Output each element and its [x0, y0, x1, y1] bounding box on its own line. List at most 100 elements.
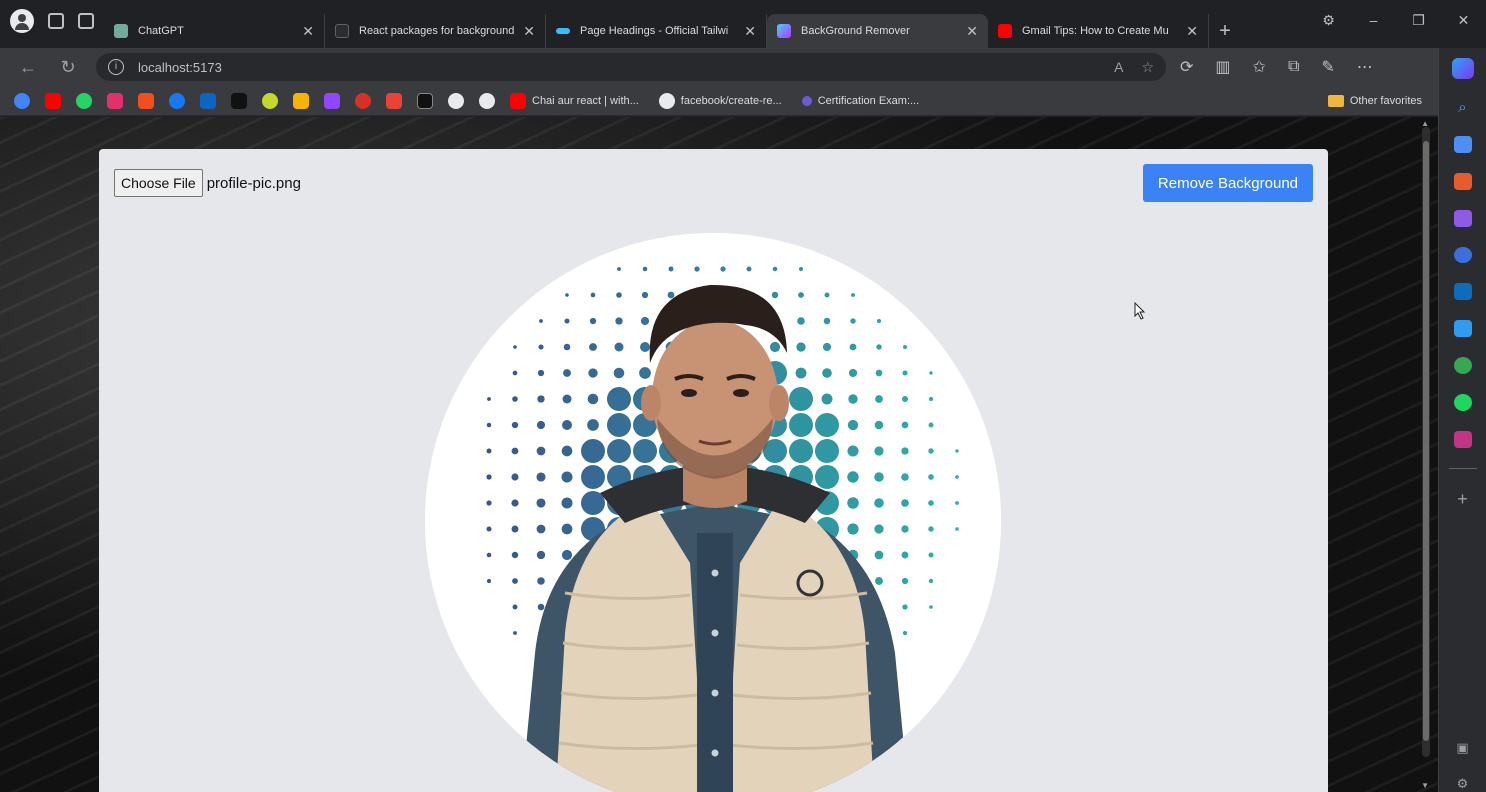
tools-icon[interactable] [386, 92, 402, 109]
halftone-dot [955, 527, 959, 531]
tab-gmail-tips[interactable]: Gmail Tips: How to Create Mu ✕ [988, 14, 1209, 48]
close-window-icon[interactable]: ✕ [1441, 12, 1486, 29]
youtube-icon [998, 24, 1012, 38]
figma-icon[interactable] [138, 92, 154, 109]
copilot-tab-icon[interactable]: ⚙ [1306, 12, 1351, 29]
remove-background-button[interactable]: Remove Background [1142, 164, 1313, 202]
tab-tailwind[interactable]: Page Headings - Official Tailwi ✕ [546, 14, 767, 48]
whatsapp-icon[interactable] [76, 92, 92, 109]
workspaces-icon[interactable] [48, 13, 64, 29]
halftone-dot [587, 393, 599, 405]
halftone-dot [789, 413, 813, 437]
halftone-dot [537, 603, 545, 611]
github-icon[interactable] [448, 92, 464, 109]
tools-icon[interactable] [1453, 172, 1472, 190]
bookmark-facebook-create-react[interactable]: facebook/create-re... [658, 92, 782, 109]
games-icon[interactable] [1453, 209, 1472, 227]
tailwind-icon [556, 28, 570, 34]
halftone-dot [513, 631, 517, 635]
toolbar-right: ⟳ ▥ ✩ ⧉ ✎ ⋯ [1180, 57, 1373, 77]
scrollbar-thumb[interactable] [1423, 141, 1429, 741]
bookmark-chai-aur-react[interactable]: Chai aur react | with... [510, 92, 639, 109]
tree-icon[interactable] [1453, 357, 1472, 375]
url-input[interactable]: i localhost:5173 A ☆ [96, 53, 1166, 81]
halftone-dot [512, 578, 518, 584]
instagram-icon[interactable] [107, 92, 123, 109]
other-favorites[interactable]: Other favorites [1327, 94, 1422, 107]
halftone-dot [639, 367, 651, 379]
halftone-dot [487, 397, 491, 401]
linkedin-icon[interactable] [200, 92, 216, 109]
file-picker: Choose File profile-pic.png [114, 169, 301, 197]
shield-icon[interactable] [355, 92, 371, 109]
profile-icon[interactable] [10, 9, 34, 33]
google-icon[interactable] [14, 92, 30, 109]
choose-file-button[interactable]: Choose File [114, 169, 203, 197]
extensions-icon[interactable]: ✎ [1321, 57, 1334, 77]
vite-icon [777, 24, 791, 38]
halftone-dot [588, 368, 598, 378]
facebook-icon[interactable] [169, 92, 185, 109]
settings-icon[interactable]: ⚙ [1457, 776, 1469, 792]
page-scrollbar[interactable] [1422, 127, 1430, 757]
info-icon[interactable]: i [108, 59, 124, 75]
split-screen-icon[interactable]: ▥ [1215, 57, 1230, 77]
scroll-down-icon[interactable]: ▼ [1421, 781, 1429, 790]
halftone-dot [581, 465, 605, 489]
instagram-icon[interactable] [1453, 431, 1472, 449]
tab-background-remover[interactable]: BackGround Remover ✕ [767, 14, 988, 48]
youtube-icon[interactable] [45, 92, 61, 109]
shopping-icon[interactable] [1453, 135, 1472, 153]
youtube-icon [510, 92, 526, 109]
restore-icon[interactable]: ❐ [1396, 12, 1441, 29]
add-icon[interactable]: + [1457, 489, 1468, 510]
refresh-icon[interactable]: ↻ [50, 57, 86, 78]
back-icon[interactable]: ← [10, 57, 46, 78]
halftone-dot [795, 367, 807, 379]
bookmark-label: Certification Exam:... [817, 94, 920, 107]
tab-react-packages[interactable]: React packages for background ✕ [325, 14, 546, 48]
outlook-icon[interactable] [1453, 283, 1472, 301]
m-icon[interactable] [417, 92, 433, 109]
new-tab-button[interactable]: + [1209, 14, 1241, 48]
chat-icon[interactable] [324, 92, 340, 109]
halftone-dot [876, 318, 882, 324]
favorite-star-icon[interactable]: ☆ [1141, 59, 1154, 76]
sync-icon[interactable]: ⟳ [1180, 57, 1193, 77]
copilot-icon[interactable] [1451, 58, 1474, 79]
halftone-dot [769, 341, 781, 353]
adobe-icon[interactable] [231, 92, 247, 109]
spotify-icon[interactable] [1453, 394, 1472, 412]
close-icon[interactable]: ✕ [966, 23, 978, 40]
search-icon[interactable]: ⌕ [1458, 99, 1466, 116]
github-icon[interactable] [479, 92, 495, 109]
halftone-dot [487, 579, 491, 583]
address-bar: ← ↻ i localhost:5173 A ☆ ⟳ ▥ ✩ ⧉ ✎ ⋯ [0, 48, 1438, 86]
favorites-icon[interactable]: ✩ [1253, 57, 1266, 77]
designer-icon[interactable] [1453, 320, 1472, 338]
bookmark-certification-exam[interactable]: Certification Exam:... [801, 94, 920, 107]
close-icon[interactable]: ✕ [1186, 23, 1198, 40]
halftone-dot [903, 345, 907, 349]
tennis-icon[interactable] [262, 92, 278, 109]
tab-actions-icon[interactable] [78, 13, 94, 29]
more-icon[interactable]: ⋯ [1357, 57, 1373, 77]
microsoft365-icon[interactable] [1453, 246, 1472, 264]
halftone-dot [875, 577, 883, 585]
screen-capture-icon[interactable]: ▣ [1456, 740, 1468, 756]
halftone-dot [955, 449, 959, 453]
bars-icon[interactable] [293, 92, 309, 109]
halftone-dot [901, 395, 909, 403]
halftone-dot [537, 395, 545, 403]
halftone-dot [667, 291, 675, 299]
scroll-up-icon[interactable]: ▲ [1421, 119, 1429, 128]
close-icon[interactable]: ✕ [744, 23, 756, 40]
tab-chatgpt[interactable]: ChatGPT ✕ [104, 14, 325, 48]
read-aloud-icon[interactable]: A [1114, 59, 1123, 75]
close-icon[interactable]: ✕ [302, 23, 314, 40]
collections-icon[interactable]: ⧉ [1288, 58, 1299, 76]
halftone-dot [928, 448, 934, 454]
halftone-dot [486, 448, 492, 454]
minimize-icon[interactable]: – [1351, 12, 1396, 28]
close-icon[interactable]: ✕ [523, 23, 535, 40]
